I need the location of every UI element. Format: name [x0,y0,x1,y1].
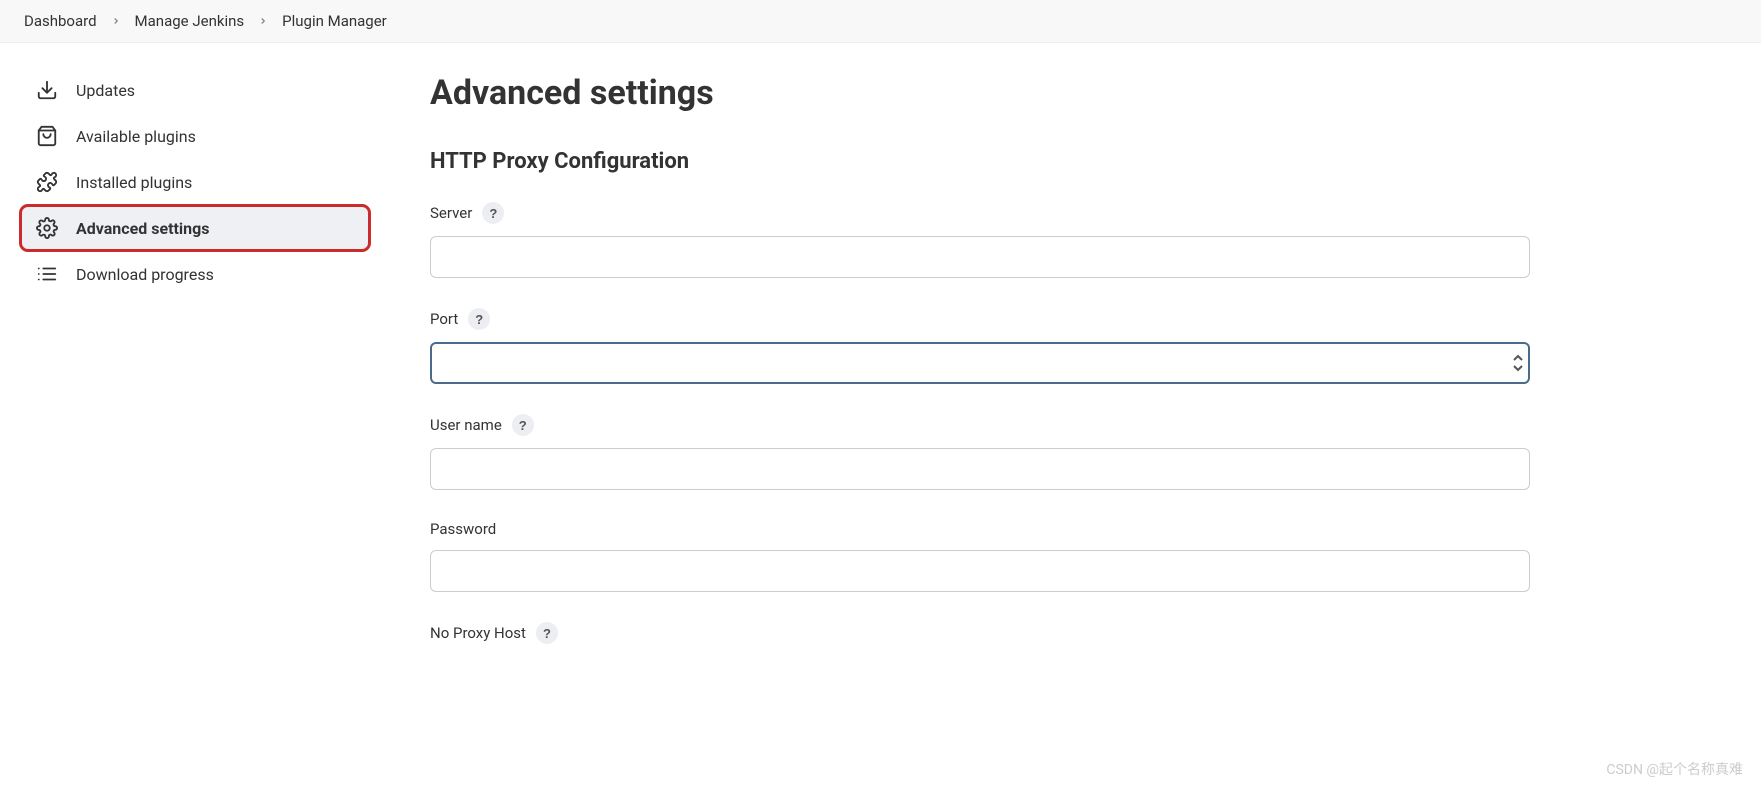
breadcrumb-item-plugin-manager[interactable]: Plugin Manager [282,12,387,30]
sidebar-item-label: Advanced settings [76,219,209,238]
list-icon [36,263,58,285]
sidebar-item-download-progress[interactable]: Download progress [20,251,370,297]
download-icon [36,79,58,101]
puzzle-icon [36,171,58,193]
no-proxy-host-label: No Proxy Host [430,624,526,642]
sidebar-item-advanced-settings[interactable]: Advanced settings [20,205,370,251]
shopping-bag-icon [36,125,58,147]
page-title: Advanced settings [430,73,1530,113]
breadcrumb: Dashboard Manage Jenkins Plugin Manager [0,0,1761,43]
sidebar-item-label: Available plugins [76,127,196,146]
form-group-password: Password [430,520,1530,592]
password-input[interactable] [430,550,1530,592]
chevron-right-icon [111,16,121,26]
sidebar-item-available-plugins[interactable]: Available plugins [20,113,370,159]
server-input[interactable] [430,236,1530,278]
help-icon[interactable]: ? [482,202,504,224]
watermark: CSDN @起个名称真难 [1606,759,1743,779]
form-group-no-proxy-host: No Proxy Host ? [430,622,1530,644]
form-group-server: Server ? [430,202,1530,278]
form-group-port: Port ? [430,308,1530,384]
help-icon[interactable]: ? [512,414,534,436]
chevron-up-icon [1512,354,1524,362]
port-label: Port [430,310,458,328]
sidebar-item-label: Download progress [76,265,214,284]
breadcrumb-item-dashboard[interactable]: Dashboard [24,12,97,30]
form-group-username: User name ? [430,414,1530,490]
sidebar-item-installed-plugins[interactable]: Installed plugins [20,159,370,205]
port-input[interactable] [430,342,1530,384]
section-title: HTTP Proxy Configuration [430,149,1530,174]
sidebar-item-updates[interactable]: Updates [20,67,370,113]
sidebar-item-label: Updates [76,81,135,100]
username-input[interactable] [430,448,1530,490]
chevron-down-icon [1512,364,1524,372]
main-content: Advanced settings HTTP Proxy Configurati… [370,43,1570,704]
help-icon[interactable]: ? [468,308,490,330]
chevron-right-icon [258,16,268,26]
sidebar: Updates Available plugins Installed plug… [0,43,370,704]
sidebar-item-label: Installed plugins [76,173,192,192]
password-label: Password [430,520,496,538]
breadcrumb-item-manage-jenkins[interactable]: Manage Jenkins [135,12,245,30]
username-label: User name [430,416,502,434]
number-spinner[interactable] [1512,354,1524,372]
help-icon[interactable]: ? [536,622,558,644]
gear-icon [36,217,58,239]
server-label: Server [430,204,472,222]
